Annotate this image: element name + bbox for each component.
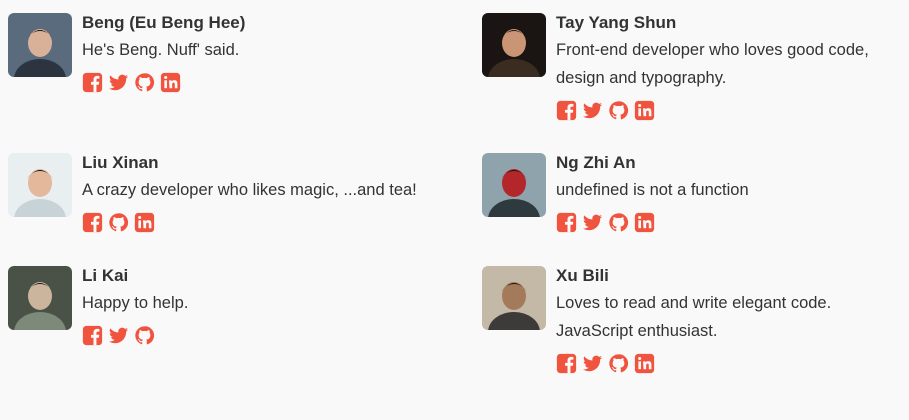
facebook-icon[interactable] — [556, 212, 577, 233]
avatar — [8, 153, 72, 217]
facebook-icon[interactable] — [556, 100, 577, 121]
social-links — [556, 353, 896, 374]
github-icon[interactable] — [134, 325, 155, 346]
member-name: Beng (Eu Beng Hee) — [82, 13, 246, 32]
member-card: Xu Bili Loves to read and write elegant … — [482, 266, 896, 374]
avatar — [482, 266, 546, 330]
linkedin-icon[interactable] — [634, 353, 655, 374]
linkedin-icon[interactable] — [634, 100, 655, 121]
member-info: Liu Xinan A crazy developer who likes ma… — [82, 153, 422, 233]
twitter-icon[interactable] — [582, 100, 603, 121]
github-icon[interactable] — [608, 212, 629, 233]
social-links — [556, 100, 896, 121]
member-bio: He's Beng. Nuff' said. — [82, 41, 240, 59]
member-info: Li Kai Happy to help. — [82, 266, 422, 346]
avatar — [482, 13, 546, 77]
linkedin-icon[interactable] — [634, 212, 655, 233]
facebook-icon[interactable] — [82, 212, 103, 233]
member-card: Li Kai Happy to help. — [8, 266, 422, 346]
member-bio: undefined is not a function — [556, 181, 749, 199]
social-links — [82, 212, 422, 233]
member-bio: Loves to read and write elegant code. Ja… — [556, 294, 832, 340]
github-icon[interactable] — [608, 100, 629, 121]
member-name: Liu Xinan — [82, 153, 159, 172]
twitter-icon[interactable] — [108, 325, 129, 346]
team-grid: Beng (Eu Beng Hee) He's Beng. Nuff' said… — [0, 0, 909, 420]
member-bio: Front-end developer who loves good code,… — [556, 41, 869, 87]
twitter-icon[interactable] — [108, 72, 129, 93]
member-bio: Happy to help. — [82, 294, 189, 312]
member-card: Tay Yang Shun Front-end developer who lo… — [482, 13, 896, 121]
github-icon[interactable] — [608, 353, 629, 374]
member-name: Li Kai — [82, 266, 129, 285]
github-icon[interactable] — [134, 72, 155, 93]
member-name: Xu Bili — [556, 266, 609, 285]
avatar — [8, 13, 72, 77]
facebook-icon[interactable] — [82, 325, 103, 346]
facebook-icon[interactable] — [556, 353, 577, 374]
member-info: Xu Bili Loves to read and write elegant … — [556, 266, 896, 374]
member-info: Tay Yang Shun Front-end developer who lo… — [556, 13, 896, 121]
facebook-icon[interactable] — [82, 72, 103, 93]
member-info: Beng (Eu Beng Hee) He's Beng. Nuff' said… — [82, 13, 422, 93]
social-links — [82, 72, 422, 93]
member-bio: A crazy developer who likes magic, ...an… — [82, 181, 417, 199]
avatar — [8, 266, 72, 330]
member-info: Ng Zhi An undefined is not a function — [556, 153, 896, 233]
member-name: Ng Zhi An — [556, 153, 636, 172]
twitter-icon[interactable] — [582, 212, 603, 233]
member-card: Ng Zhi An undefined is not a function — [482, 153, 896, 233]
github-icon[interactable] — [108, 212, 129, 233]
social-links — [82, 325, 422, 346]
twitter-icon[interactable] — [582, 353, 603, 374]
member-card: Liu Xinan A crazy developer who likes ma… — [8, 153, 422, 233]
linkedin-icon[interactable] — [160, 72, 181, 93]
member-name: Tay Yang Shun — [556, 13, 677, 32]
member-card: Beng (Eu Beng Hee) He's Beng. Nuff' said… — [8, 13, 422, 93]
social-links — [556, 212, 896, 233]
linkedin-icon[interactable] — [134, 212, 155, 233]
avatar — [482, 153, 546, 217]
